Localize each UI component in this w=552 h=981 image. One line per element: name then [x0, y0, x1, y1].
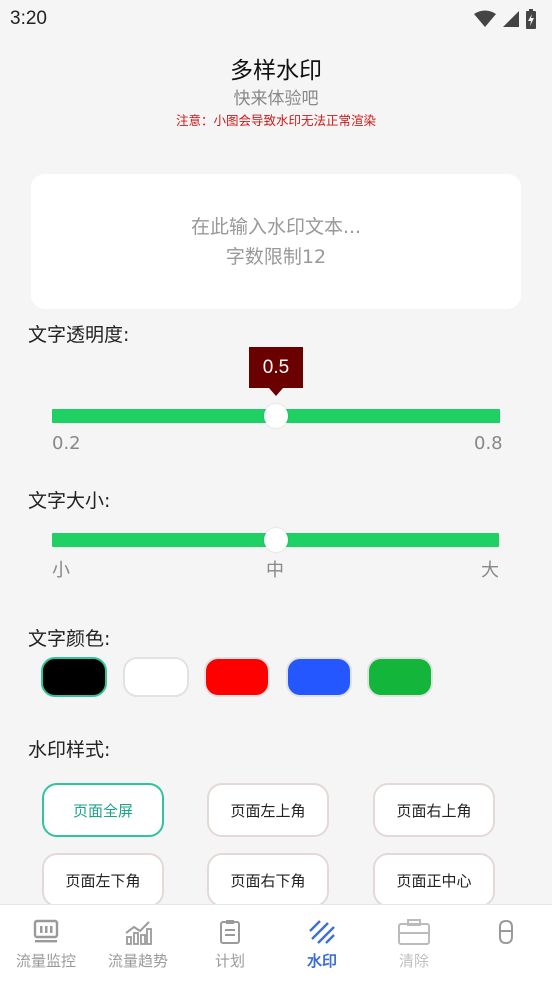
opacity-value-tooltip: 0.5 [249, 347, 303, 396]
style-option-top-right[interactable]: 页面右上角 [373, 783, 495, 837]
mouse-icon [497, 917, 515, 947]
nav-label-plan: 计划 [214, 952, 245, 970]
color-swatch-red[interactable] [204, 657, 270, 697]
size-label: 文字大小: [28, 490, 111, 512]
color-swatch-blue[interactable] [286, 657, 352, 697]
nav-item-plan[interactable]: 计划 [184, 905, 276, 981]
color-label: 文字颜色: [28, 628, 111, 650]
page-subtitle: 快来体验吧 [233, 89, 319, 109]
opacity-min-label: 0.2 [52, 433, 81, 454]
nav-label-watermark: 水印 [306, 952, 337, 970]
style-option-bottom-left[interactable]: 页面左下角 [42, 853, 164, 907]
color-swatch-black[interactable] [41, 657, 107, 697]
status-bar: 3:20 [0, 0, 552, 38]
monitor-icon [33, 917, 59, 947]
nav-item-more[interactable] [460, 905, 552, 981]
nav-item-watermark[interactable]: 水印 [276, 905, 368, 981]
size-tick-small: 小 [52, 560, 70, 581]
color-swatch-green[interactable] [367, 657, 433, 697]
style-option-bottom-right[interactable]: 页面右下角 [207, 853, 329, 907]
nav-label-traffic-trend: 流量趋势 [107, 952, 168, 970]
style-option-fullscreen[interactable]: 页面全屏 [42, 783, 164, 837]
size-tick-medium: 中 [266, 560, 284, 581]
status-time: 3:20 [10, 8, 47, 29]
battery-charging-icon [526, 9, 536, 29]
nav-item-clear[interactable]: 清除 [368, 905, 460, 981]
style-label: 水印样式: [28, 739, 111, 761]
opacity-label: 文字透明度: [28, 324, 130, 346]
nav-label-clear: 清除 [398, 952, 429, 970]
style-option-top-left[interactable]: 页面左上角 [207, 783, 329, 837]
color-swatch-white[interactable] [123, 657, 189, 697]
trend-chart-icon [124, 917, 152, 947]
nav-label-traffic-monitor: 流量监控 [15, 952, 76, 970]
status-icons [474, 9, 536, 29]
size-slider-thumb[interactable] [264, 528, 288, 552]
opacity-max-label: 0.8 [474, 433, 503, 454]
bottom-nav: 流量监控 流量趋势 计划 水印 清除 [0, 904, 552, 981]
header: 多样水印 快来体验吧 注意：小图会导致水印无法正常渲染 [0, 56, 552, 130]
nav-item-traffic-trend[interactable]: 流量趋势 [92, 905, 184, 981]
wifi-icon [474, 10, 496, 28]
input-placeholder-line2: 字数限制12 [225, 245, 327, 268]
watermark-icon [308, 917, 336, 947]
style-option-center[interactable]: 页面正中心 [373, 853, 495, 907]
watermark-text-input[interactable]: 在此输入水印文本... 字数限制12 [31, 174, 521, 309]
opacity-slider-thumb[interactable] [264, 404, 288, 428]
input-placeholder-line1: 在此输入水印文本... [190, 215, 362, 238]
briefcase-icon [397, 917, 431, 947]
page-title: 多样水印 [230, 58, 322, 84]
warning-notice: 注意：小图会导致水印无法正常渲染 [175, 113, 376, 128]
size-tick-large: 大 [481, 560, 499, 581]
nav-item-traffic-monitor[interactable]: 流量监控 [0, 905, 92, 981]
clipboard-icon [218, 917, 242, 947]
signal-icon [502, 10, 520, 28]
